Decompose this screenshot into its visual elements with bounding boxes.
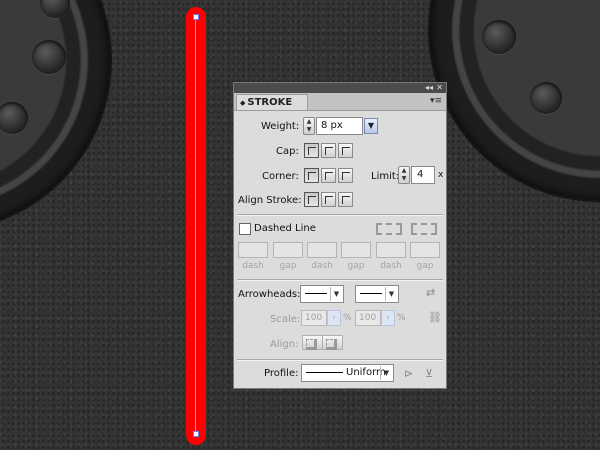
align-outside-button[interactable] <box>338 192 353 207</box>
wheel-hole <box>0 102 28 134</box>
wheel-left <box>0 0 110 230</box>
scale-label: Scale: <box>270 314 301 325</box>
start-scale-value: 100 <box>305 313 323 323</box>
tab-stroke-label: STROKE <box>247 97 293 108</box>
start-arrowhead-select[interactable]: ▼ <box>300 285 344 303</box>
wheel-hole <box>530 82 562 114</box>
align-dash-icon[interactable] <box>411 223 437 235</box>
limit-suffix: x <box>438 170 444 180</box>
collapse-icon[interactable]: ◂◂ <box>425 83 433 93</box>
gap-label: gap <box>347 261 365 271</box>
wheel-right <box>430 0 600 200</box>
gap-input[interactable] <box>341 242 371 258</box>
flip-horizontal-icon[interactable]: ⊳ <box>404 367 413 380</box>
limit-value: 4 <box>417 169 424 180</box>
align-label: Align: <box>270 339 299 350</box>
end-scale-unit: % <box>397 313 406 323</box>
start-scale-arrow[interactable]: › <box>327 310 341 326</box>
divider <box>237 359 443 361</box>
chevron-down-icon: ▼ <box>380 366 392 380</box>
dash-input[interactable] <box>307 242 337 258</box>
dashed-line-label: Dashed Line <box>254 223 316 234</box>
chevron-down-icon: ▼ <box>330 287 342 301</box>
projecting-cap-button[interactable] <box>338 143 353 158</box>
flip-vertical-icon[interactable]: ⊻ <box>425 367 433 380</box>
cap-label: Cap: <box>276 146 299 157</box>
dash-label: dash <box>380 261 402 271</box>
wheel-hole <box>482 20 516 54</box>
close-icon[interactable]: ✕ <box>436 83 443 93</box>
weight-input[interactable]: 8 px <box>316 117 363 135</box>
dash-input[interactable] <box>376 242 406 258</box>
dashed-line-checkbox[interactable] <box>239 223 251 235</box>
preserve-dash-icon[interactable] <box>376 223 402 235</box>
panel-titlebar[interactable]: ◂◂ ✕ <box>234 83 446 93</box>
panel-tab-row: ◆ STROKE ▾≡ <box>234 93 446 111</box>
panel-menu-icon[interactable]: ▾≡ <box>430 96 442 106</box>
start-scale-unit: % <box>343 313 352 323</box>
weight-value: 8 px <box>321 120 343 131</box>
arrow-place-button[interactable] <box>322 335 343 350</box>
bevel-join-button[interactable] <box>338 168 353 183</box>
profile-select[interactable]: Uniform ▼ <box>301 364 394 382</box>
weight-stepper[interactable]: ▲ ▼ <box>303 117 315 135</box>
end-scale-arrow[interactable]: › <box>381 310 395 326</box>
end-scale-value: 100 <box>359 313 377 323</box>
weight-label: Weight: <box>261 121 300 132</box>
limit-stepper[interactable]: ▲ ▼ <box>398 166 410 184</box>
divider <box>237 279 443 281</box>
chevron-down-icon: ▼ <box>385 287 397 301</box>
gap-input[interactable] <box>410 242 440 258</box>
start-scale-input[interactable]: 100 <box>301 310 327 326</box>
gap-input[interactable] <box>273 242 303 258</box>
align-stroke-label: Align Stroke: <box>238 195 302 206</box>
gap-label: gap <box>279 261 297 271</box>
miter-join-button[interactable] <box>304 168 319 183</box>
dash-label: dash <box>242 261 264 271</box>
limit-input[interactable]: 4 <box>411 166 435 184</box>
link-icon[interactable]: ⛓ <box>428 311 442 324</box>
path-guide <box>195 17 196 435</box>
gap-label: gap <box>416 261 434 271</box>
stroke-panel: ◂◂ ✕ ◆ STROKE ▾≡ Weight: ▲ ▼ 8 px ▼ Cap: C… <box>233 82 447 389</box>
align-inside-button[interactable] <box>321 192 336 207</box>
arrowheads-label: Arrowheads: <box>238 289 301 300</box>
corner-label: Corner: <box>262 171 299 182</box>
red-stroke-path[interactable] <box>186 7 206 445</box>
wheel-hole <box>32 40 66 74</box>
profile-label: Profile: <box>264 368 299 379</box>
dash-label: dash <box>311 261 333 271</box>
wheel-hole <box>40 0 70 18</box>
end-scale-input[interactable]: 100 <box>355 310 381 326</box>
arrow-extend-button[interactable] <box>302 335 323 350</box>
tab-stroke[interactable]: ◆ STROKE <box>236 94 308 110</box>
end-arrowhead-select[interactable]: ▼ <box>355 285 399 303</box>
limit-label: Limit: <box>371 171 400 182</box>
anchor-point-bottom[interactable] <box>193 431 199 437</box>
swap-arrows-icon[interactable]: ⇄ <box>426 286 435 299</box>
dash-input[interactable] <box>238 242 268 258</box>
round-cap-button[interactable] <box>321 143 336 158</box>
align-center-button[interactable] <box>304 192 319 207</box>
butt-cap-button[interactable] <box>304 143 319 158</box>
anchor-point-top[interactable] <box>193 14 199 20</box>
round-join-button[interactable] <box>321 168 336 183</box>
divider <box>237 214 443 216</box>
weight-dropdown-icon[interactable]: ▼ <box>364 118 378 134</box>
tab-options-icon[interactable]: ◆ <box>240 99 245 107</box>
